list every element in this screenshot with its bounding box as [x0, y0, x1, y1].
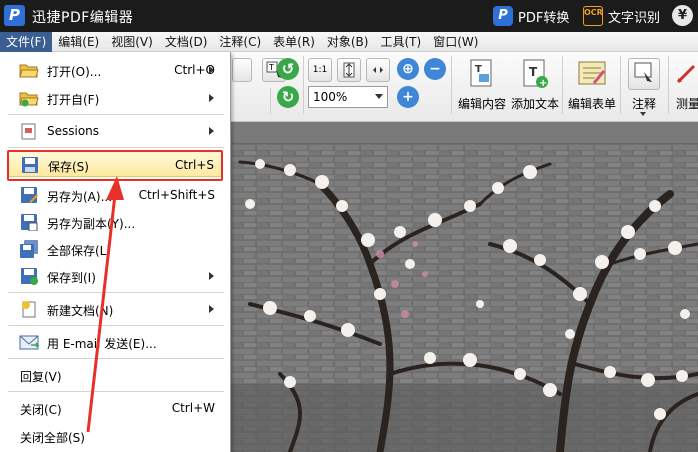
annotation-arrow	[86, 176, 124, 433]
